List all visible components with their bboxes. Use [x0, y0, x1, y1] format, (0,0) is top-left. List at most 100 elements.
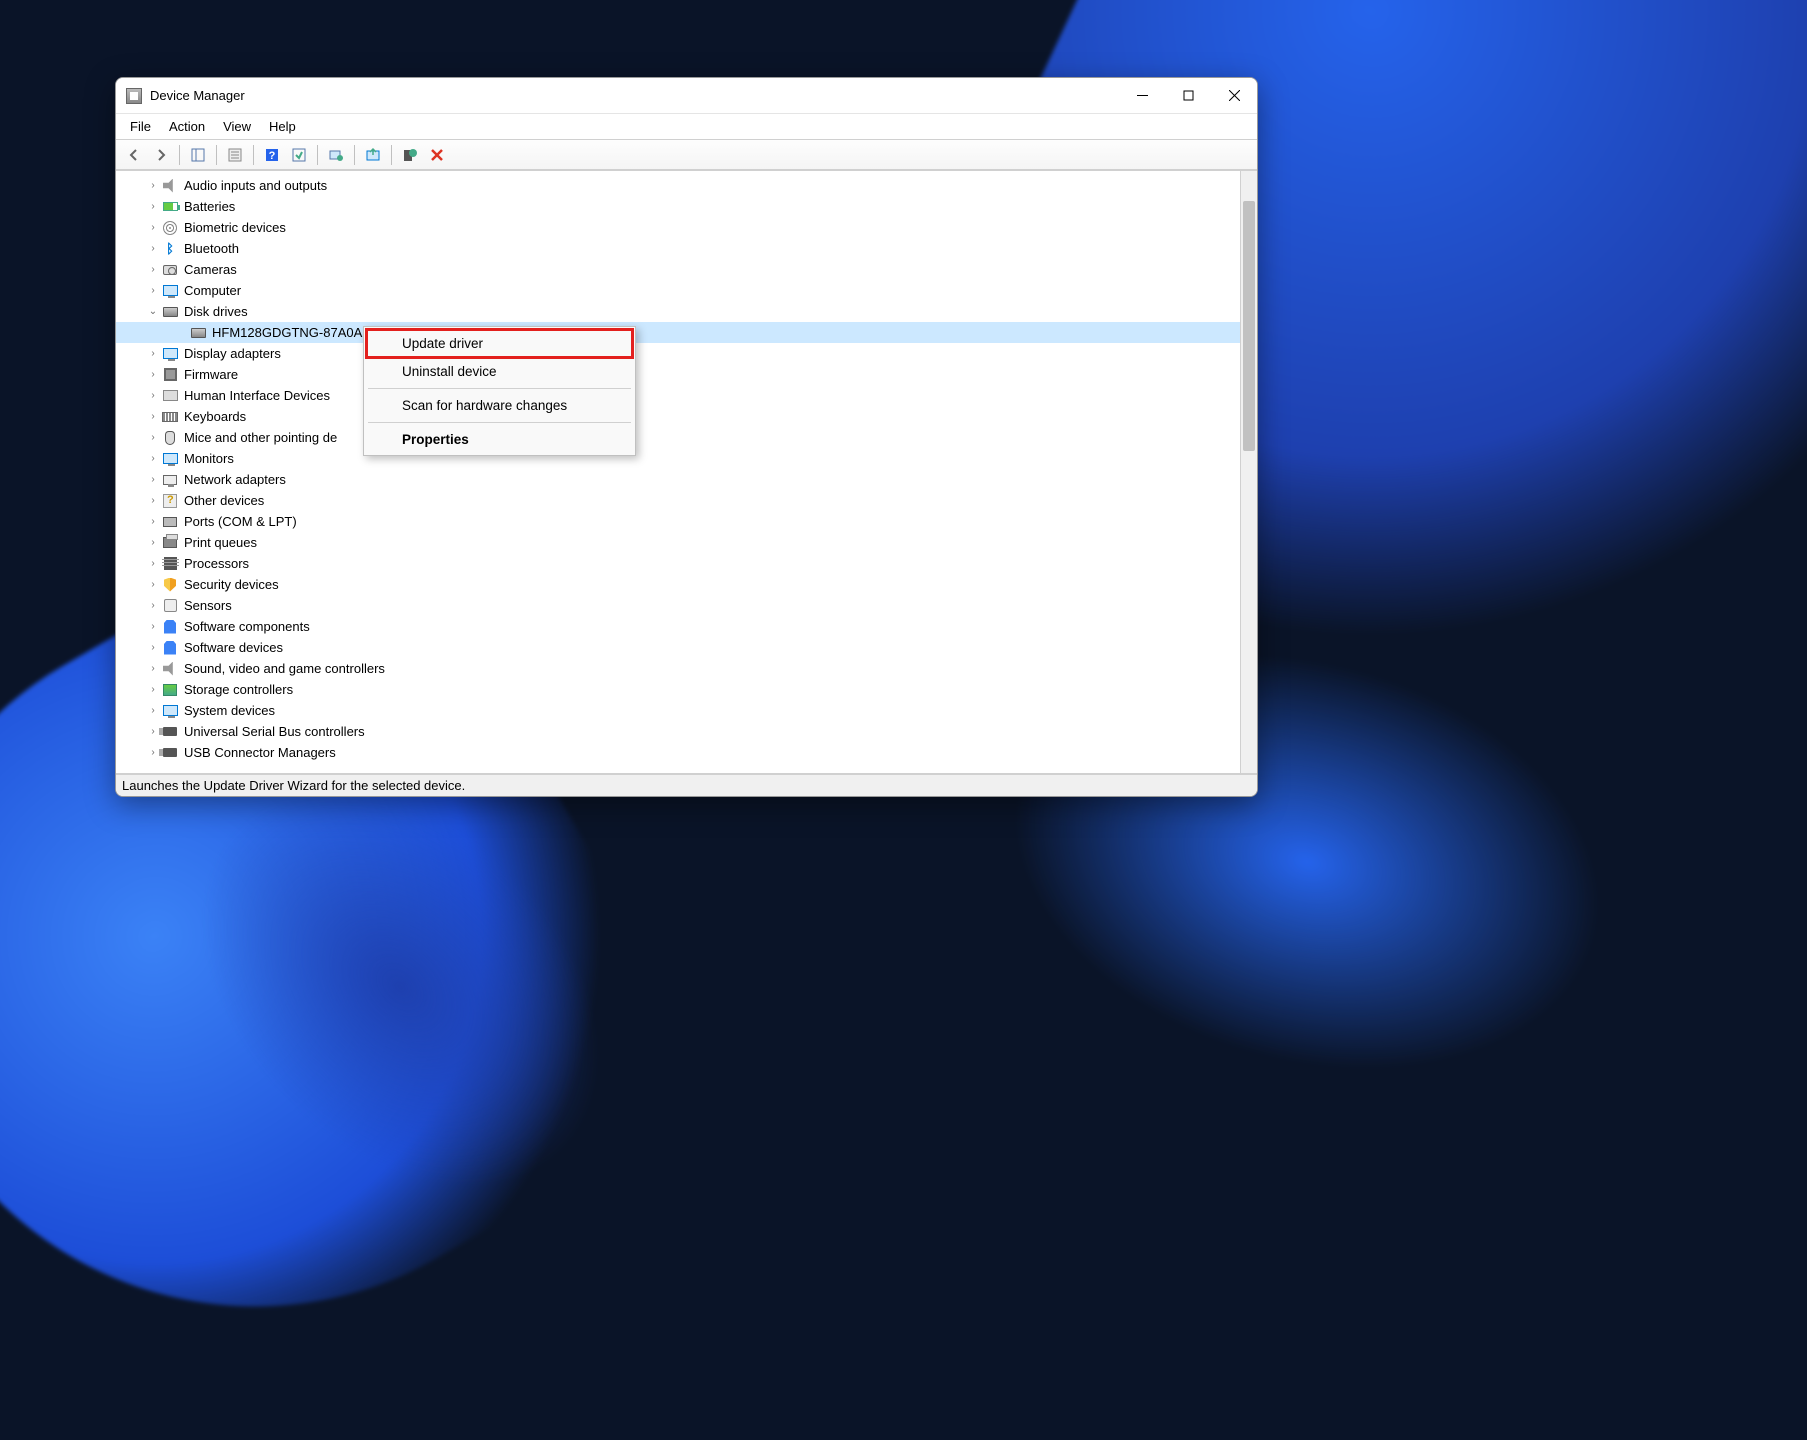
firm-icon — [162, 367, 178, 383]
menu-action[interactable]: Action — [161, 116, 213, 137]
expand-icon[interactable]: › — [146, 180, 160, 191]
device-label: Ports (COM & LPT) — [184, 514, 297, 529]
device-label: Biometric devices — [184, 220, 286, 235]
show-hide-tree-button[interactable] — [186, 143, 210, 167]
device-category[interactable]: ⌄Disk drives — [116, 301, 1257, 322]
scan-hardware-button[interactable] — [324, 143, 348, 167]
device-category[interactable]: ›Other devices — [116, 490, 1257, 511]
disk-icon — [162, 304, 178, 320]
device-label: Display adapters — [184, 346, 281, 361]
device-label: Processors — [184, 556, 249, 571]
expand-icon[interactable]: › — [146, 264, 160, 275]
device-category[interactable]: ›Firmware — [116, 364, 1257, 385]
context-menu-item[interactable]: Properties — [366, 426, 633, 453]
expand-icon[interactable]: › — [146, 411, 160, 422]
expand-icon[interactable]: › — [146, 495, 160, 506]
device-item[interactable]: HFM128GDGTNG-87A0A — [116, 322, 1257, 343]
device-tree[interactable]: ›Audio inputs and outputs›Batteries›Biom… — [116, 171, 1257, 773]
device-label: Monitors — [184, 451, 234, 466]
expand-icon[interactable]: › — [146, 201, 160, 212]
expand-icon[interactable]: › — [146, 369, 160, 380]
uninstall-device-button[interactable] — [398, 143, 422, 167]
forward-button[interactable] — [149, 143, 173, 167]
toolbar-separator — [179, 145, 180, 165]
expand-icon[interactable]: › — [146, 642, 160, 653]
context-menu-item[interactable]: Uninstall device — [366, 358, 633, 385]
device-category[interactable]: ›ᛒBluetooth — [116, 238, 1257, 259]
device-category[interactable]: ›Audio inputs and outputs — [116, 175, 1257, 196]
device-category[interactable]: ›Universal Serial Bus controllers — [116, 721, 1257, 742]
toolbar-separator — [317, 145, 318, 165]
device-category[interactable]: ›Human Interface Devices — [116, 385, 1257, 406]
menu-file[interactable]: File — [122, 116, 159, 137]
device-category[interactable]: › Biometric devices — [116, 217, 1257, 238]
device-label: Software devices — [184, 640, 283, 655]
device-category[interactable]: ›Security devices — [116, 574, 1257, 595]
device-category[interactable]: ›System devices — [116, 700, 1257, 721]
expand-icon[interactable]: › — [146, 243, 160, 254]
device-category[interactable]: › Monitors — [116, 448, 1257, 469]
device-category[interactable]: ›USB Connector Managers — [116, 742, 1257, 763]
device-category[interactable]: ›Storage controllers — [116, 679, 1257, 700]
menubar: File Action View Help — [116, 114, 1257, 140]
properties-button[interactable] — [223, 143, 247, 167]
device-category[interactable]: ›Batteries — [116, 196, 1257, 217]
device-category[interactable]: › Mice and other pointing de — [116, 427, 1257, 448]
device-category[interactable]: ›Sensors — [116, 595, 1257, 616]
close-button[interactable] — [1211, 78, 1257, 114]
scrollbar-thumb[interactable] — [1243, 201, 1255, 451]
device-label: Software components — [184, 619, 310, 634]
device-category[interactable]: ›Print queues — [116, 532, 1257, 553]
device-category[interactable]: › Processors — [116, 553, 1257, 574]
device-category[interactable]: › Ports (COM & LPT) — [116, 511, 1257, 532]
update-driver-button[interactable] — [361, 143, 385, 167]
disable-device-button[interactable] — [425, 143, 449, 167]
expand-icon[interactable]: › — [146, 558, 160, 569]
toolbar: ? — [116, 140, 1257, 170]
expand-icon[interactable]: › — [146, 684, 160, 695]
device-category[interactable]: ›Network adapters — [116, 469, 1257, 490]
expand-icon[interactable]: › — [146, 285, 160, 296]
vertical-scrollbar[interactable] — [1240, 171, 1257, 773]
device-category[interactable]: › Software devices — [116, 637, 1257, 658]
maximize-button[interactable] — [1165, 78, 1211, 114]
expand-icon[interactable]: › — [146, 600, 160, 611]
collapse-icon[interactable]: ⌄ — [146, 306, 160, 317]
expand-icon[interactable]: › — [146, 621, 160, 632]
usb-icon — [162, 745, 178, 761]
expand-icon[interactable]: › — [146, 726, 160, 737]
minimize-button[interactable] — [1119, 78, 1165, 114]
device-category[interactable]: ›Cameras — [116, 259, 1257, 280]
device-category[interactable]: › Keyboards — [116, 406, 1257, 427]
expand-icon[interactable]: › — [146, 474, 160, 485]
expand-icon[interactable]: › — [146, 747, 160, 758]
expand-icon[interactable]: › — [146, 705, 160, 716]
chip-icon — [162, 556, 178, 572]
expand-icon[interactable]: › — [146, 348, 160, 359]
menu-help[interactable]: Help — [261, 116, 304, 137]
back-button[interactable] — [122, 143, 146, 167]
app-icon — [126, 88, 142, 104]
usb-icon — [162, 724, 178, 740]
expand-icon[interactable]: › — [146, 516, 160, 527]
context-menu-item[interactable]: Scan for hardware changes — [366, 392, 633, 419]
expand-icon[interactable]: › — [146, 537, 160, 548]
expand-icon[interactable]: › — [146, 453, 160, 464]
device-label: Keyboards — [184, 409, 246, 424]
device-label: Sound, video and game controllers — [184, 661, 385, 676]
menu-view[interactable]: View — [215, 116, 259, 137]
action-button[interactable] — [287, 143, 311, 167]
expand-icon[interactable]: › — [146, 579, 160, 590]
expand-icon[interactable]: › — [146, 222, 160, 233]
titlebar[interactable]: Device Manager — [116, 78, 1257, 114]
device-label: Mice and other pointing de — [184, 430, 337, 445]
device-category[interactable]: › Sound, video and game controllers — [116, 658, 1257, 679]
expand-icon[interactable]: › — [146, 663, 160, 674]
help-button[interactable]: ? — [260, 143, 284, 167]
expand-icon[interactable]: › — [146, 390, 160, 401]
device-category[interactable]: › Software components — [116, 616, 1257, 637]
expand-icon[interactable]: › — [146, 432, 160, 443]
device-category[interactable]: › Display adapters — [116, 343, 1257, 364]
context-menu-item[interactable]: Update driver — [365, 328, 634, 359]
device-category[interactable]: ›Computer — [116, 280, 1257, 301]
